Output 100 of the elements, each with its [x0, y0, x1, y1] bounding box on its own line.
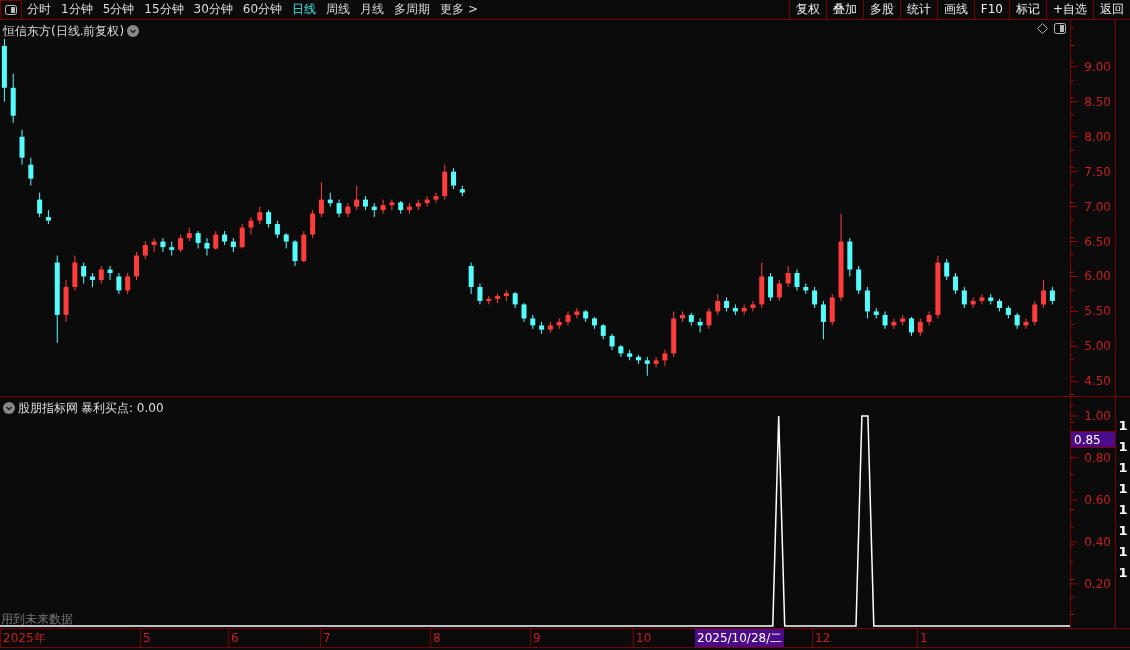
period-tab[interactable]: 月线 [355, 0, 390, 19]
list-digit: 1 [1118, 417, 1128, 435]
candlestick [19, 129, 25, 166]
candlestick [310, 209, 316, 239]
candlestick [521, 302, 527, 323]
toolbar-button[interactable]: +自选 [1045, 0, 1093, 19]
diamond-icon[interactable] [1037, 23, 1048, 34]
panel-toggle-icon[interactable] [1054, 23, 1066, 34]
candlestick [125, 272, 131, 295]
candlestick [715, 293, 721, 316]
toolbar-button[interactable]: 多股 [862, 0, 900, 19]
candlestick [768, 272, 774, 302]
candlestick [961, 286, 967, 309]
list-digit: 1 [1118, 459, 1128, 477]
axis-label: 0.80 [1084, 450, 1111, 465]
candlestick [468, 262, 474, 295]
candlestick [433, 192, 439, 204]
candlestick [820, 300, 826, 340]
axis-label: 6.00 [1084, 269, 1111, 284]
candlestick [785, 265, 791, 288]
candlestick [882, 310, 888, 330]
date-label: 12 [812, 629, 831, 647]
indicator-readout: 暴利买点: 0.00 [81, 400, 164, 417]
list-digit: 1 [1118, 522, 1128, 540]
axis-label: 5.50 [1084, 304, 1111, 319]
candlestick [953, 272, 959, 295]
candlestick [28, 157, 34, 187]
candlestick [908, 316, 914, 337]
toolbar-button[interactable]: 统计 [899, 0, 937, 19]
candlestick [195, 230, 201, 250]
axis-label: 0.20 [1084, 577, 1111, 591]
date-label: 1 [917, 629, 928, 647]
dropdown-icon[interactable] [3, 402, 15, 414]
candlestick [451, 167, 457, 190]
candlestick [477, 282, 483, 305]
candlestick [944, 258, 950, 281]
candlestick [239, 223, 245, 250]
candlestick [1041, 279, 1047, 309]
list-digit: 1 [1118, 543, 1128, 561]
candlestick [389, 199, 395, 211]
candlestick [644, 356, 650, 377]
panel-toggle-icon[interactable] [0, 0, 22, 20]
candlestick [662, 349, 668, 367]
toolbar-button[interactable]: 叠加 [825, 0, 863, 19]
toolbar-button[interactable]: 复权 [788, 0, 826, 19]
period-tab[interactable]: 60分钟 [237, 0, 288, 19]
candlestick [653, 356, 659, 368]
date-label: 2025年 [0, 629, 46, 647]
candlestick [1032, 300, 1038, 326]
date-label: 6 [228, 629, 239, 647]
candlestick [856, 265, 862, 295]
date-label: 9 [530, 629, 541, 647]
candlestick [134, 251, 139, 281]
candlestick [864, 286, 870, 319]
axis-label: 8.00 [1084, 129, 1111, 144]
period-tab[interactable]: 更多 > [435, 0, 483, 19]
candlestick [706, 307, 712, 330]
date-label: 5 [140, 629, 151, 647]
toolbar-button[interactable]: 画线 [936, 0, 974, 19]
candlestick [213, 230, 219, 251]
candlestick [204, 237, 210, 257]
list-digit: 1 [1118, 564, 1128, 582]
axis-label: 1.00 [1084, 408, 1111, 423]
period-tab[interactable]: 多周期 [389, 0, 436, 19]
candlestick [380, 199, 386, 215]
period-tab[interactable]: 5分钟 [97, 0, 140, 19]
period-tab[interactable]: 日线 [287, 0, 322, 19]
candlestick [292, 239, 298, 267]
candlestick [812, 286, 818, 309]
axis-label: 6.50 [1084, 234, 1111, 249]
axis-label: 7.50 [1084, 164, 1111, 179]
candlestick [979, 293, 985, 305]
candlestick [776, 279, 782, 302]
candlestick [81, 262, 87, 284]
axis-label: 8.50 [1084, 94, 1111, 109]
period-tab[interactable]: 15分钟 [139, 0, 189, 19]
axis-label: 9.00 [1084, 59, 1111, 74]
list-digit: 1 [1118, 501, 1128, 519]
date-label: 8 [430, 629, 441, 647]
date-label: 10 [633, 629, 652, 647]
list-digit: 1 [1118, 480, 1128, 498]
period-tab[interactable]: 周线 [321, 0, 356, 19]
dropdown-icon[interactable] [127, 25, 140, 37]
toolbar-button[interactable]: F10 [973, 0, 1009, 19]
candlestick [794, 269, 800, 291]
candlestick [37, 192, 43, 218]
cursor-date: 2025/10/28/二 [695, 629, 785, 647]
candlestick [354, 185, 360, 211]
period-tab[interactable]: 1分钟 [56, 0, 98, 19]
toolbar-button[interactable]: 返回 [1093, 0, 1130, 19]
toolbar-button[interactable]: 标记 [1008, 0, 1046, 19]
axis-label: 7.00 [1084, 199, 1111, 214]
candlestick [345, 202, 351, 218]
candlestick [565, 310, 571, 326]
period-tab[interactable]: 分时 [22, 0, 56, 19]
candlestick [318, 181, 324, 218]
date-label: 7 [320, 629, 331, 647]
stock-title: 恒信东方(日线.前复权) [3, 23, 125, 40]
candlestick [750, 300, 756, 312]
period-tab[interactable]: 30分钟 [188, 0, 238, 19]
